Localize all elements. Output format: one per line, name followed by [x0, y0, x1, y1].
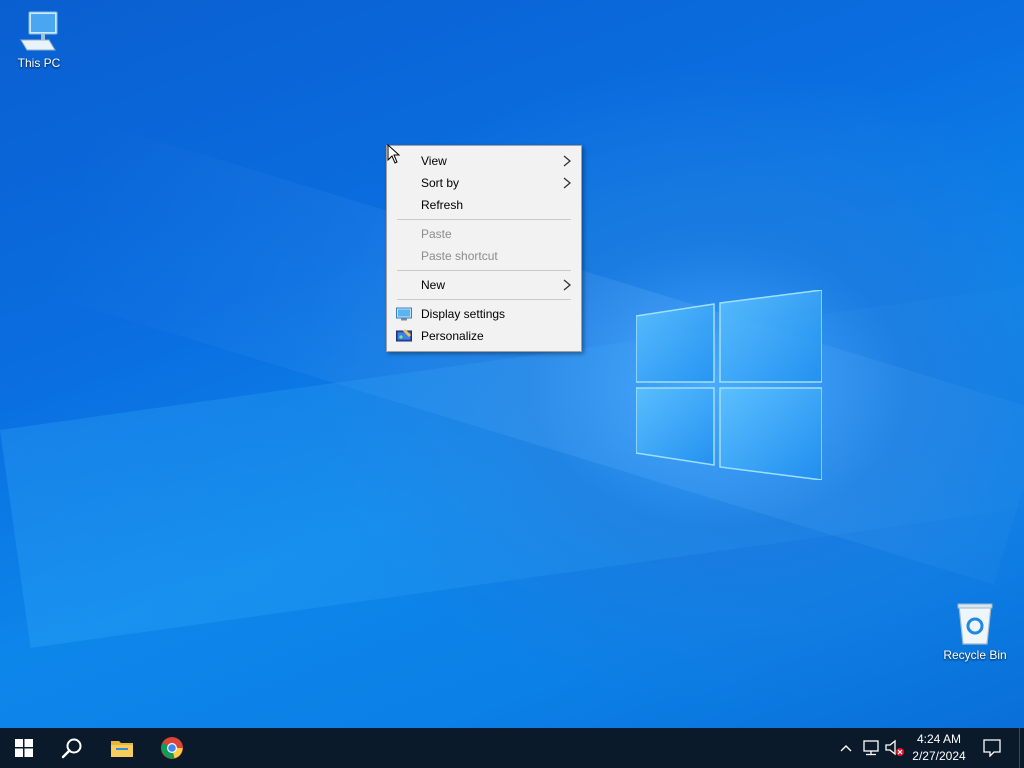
menu-item-label: Sort by: [421, 176, 460, 190]
show-desktop-button[interactable]: [1019, 728, 1024, 768]
volume-muted-icon: [885, 739, 904, 756]
action-center-button[interactable]: [974, 728, 1010, 768]
menu-item-refresh[interactable]: Refresh: [387, 194, 581, 216]
menu-item-paste: Paste: [387, 223, 581, 245]
network-icon: [863, 740, 879, 756]
menu-item-label: View: [421, 154, 447, 168]
menu-item-label: Paste: [421, 227, 452, 241]
show-hidden-icons-button[interactable]: [838, 738, 854, 758]
file-explorer-button[interactable]: [98, 728, 146, 768]
clock-date: 2/27/2024: [912, 749, 966, 763]
menu-separator: [397, 270, 571, 271]
menu-separator: [397, 219, 571, 220]
computer-icon: [20, 11, 58, 51]
windows-icon: [15, 739, 33, 757]
menu-item-label: Display settings: [421, 307, 506, 321]
menu-item-view[interactable]: View: [387, 150, 581, 172]
menu-item-paste-shortcut: Paste shortcut: [387, 245, 581, 267]
desktop-icon-recycle-bin[interactable]: Recycle Bin: [936, 602, 1014, 662]
volume-button[interactable]: [884, 738, 906, 758]
menu-separator: [397, 299, 571, 300]
clock-time: 4:24 AM: [916, 732, 962, 746]
personalize-icon: [396, 329, 412, 342]
desktop[interactable]: This PC Recycle Bin View Sort by Refresh…: [0, 0, 1024, 728]
windows-logo-wallpaper: [636, 290, 822, 480]
chrome-icon: [161, 737, 183, 759]
recycle-bin-icon: [957, 603, 993, 645]
desktop-icon-this-pc[interactable]: This PC: [0, 10, 78, 70]
chevron-right-icon: [563, 155, 571, 167]
mouse-cursor-icon: [387, 144, 401, 164]
menu-item-new[interactable]: New: [387, 274, 581, 296]
menu-item-personalize[interactable]: Personalize: [387, 325, 581, 347]
menu-item-label: New: [421, 278, 446, 292]
taskbar-clock[interactable]: 4:24 AM 2/27/2024: [908, 731, 970, 765]
chevron-up-icon: [840, 745, 852, 752]
start-button[interactable]: [0, 728, 48, 768]
search-icon: [61, 738, 82, 759]
menu-item-label: Paste shortcut: [421, 249, 498, 263]
desktop-icon-label: Recycle Bin: [943, 648, 1007, 662]
folder-icon: [111, 741, 133, 757]
desktop-context-menu: View Sort by Refresh Paste Paste shortcu…: [386, 145, 582, 352]
display-icon: [396, 307, 412, 321]
menu-item-sort-by[interactable]: Sort by: [387, 172, 581, 194]
taskbar: 4:24 AM 2/27/2024: [0, 728, 1024, 768]
notification-icon: [983, 739, 1001, 757]
chevron-right-icon: [563, 177, 571, 189]
chrome-button[interactable]: [148, 728, 196, 768]
menu-item-label: Personalize: [421, 329, 484, 343]
desktop-icon-label: This PC: [17, 56, 61, 70]
menu-item-label: Refresh: [421, 198, 464, 212]
search-button[interactable]: [48, 728, 96, 768]
chevron-right-icon: [563, 279, 571, 291]
network-button[interactable]: [860, 738, 882, 758]
menu-item-display-settings[interactable]: Display settings: [387, 303, 581, 325]
